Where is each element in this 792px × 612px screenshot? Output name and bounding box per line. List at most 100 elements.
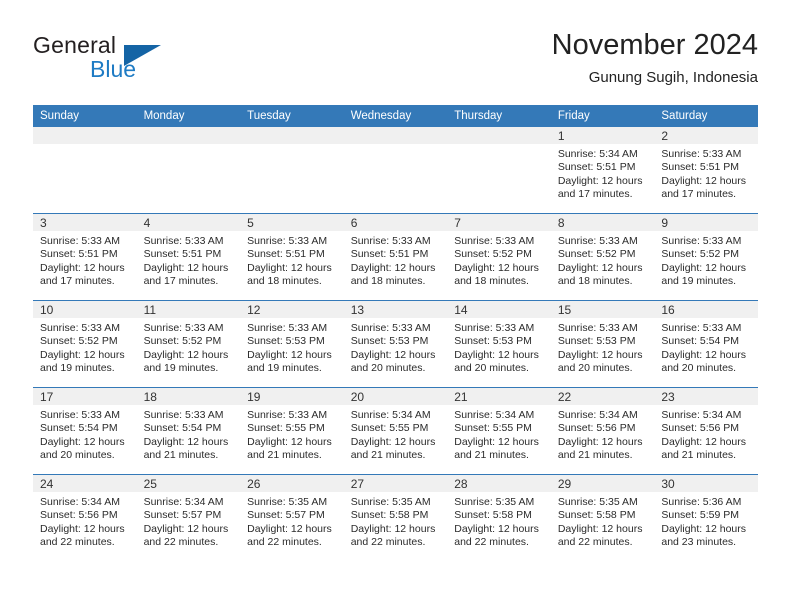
day-details: Sunrise: 5:33 AM Sunset: 5:52 PM Daylight:… xyxy=(137,318,241,376)
calendar-day-cell[interactable]: 25 Sunrise: 5:34 AM Sunset: 5:57 PM Dayligh… xyxy=(136,474,241,561)
daylight-text-line1: Daylight: 12 hours xyxy=(557,348,643,361)
calendar-day-cell[interactable]: 28 Sunrise: 5:35 AM Sunset: 5:58 PM Dayligh… xyxy=(447,474,551,561)
sunset-text: Sunset: 5:52 PM xyxy=(454,248,532,261)
calendar-day-cell[interactable]: 26 Sunrise: 5:35 AM Sunset: 5:57 PM Dayligh… xyxy=(240,474,344,561)
daylight-text-line1: Daylight: 12 hours xyxy=(143,435,229,448)
sunrise-text: Sunrise: 5:35 AM xyxy=(454,496,535,508)
calendar-day-cell[interactable]: 2 Sunrise: 5:33 AM Sunset: 5:51 PM Daylight… xyxy=(654,127,758,214)
sunset-text: Sunset: 5:52 PM xyxy=(40,335,118,348)
sunrise-text: Sunrise: 5:33 AM xyxy=(661,148,742,160)
daylight-text-line1: Daylight: 12 hours xyxy=(557,522,643,535)
daylight-text-line1: Daylight: 12 hours xyxy=(350,522,436,535)
calendar-day-cell[interactable]: 22 Sunrise: 5:34 AM Sunset: 5:56 PM Dayligh… xyxy=(550,387,655,475)
calendar-day-cell[interactable]: 16 Sunrise: 5:33 AM Sunset: 5:54 PM Dayligh… xyxy=(654,300,758,388)
sunset-text: Sunset: 5:51 PM xyxy=(350,248,429,261)
day-number: 6 xyxy=(343,214,448,231)
sunset-text: Sunset: 5:54 PM xyxy=(143,422,222,435)
day-number: 25 xyxy=(136,475,241,492)
weekday-header-friday: Friday xyxy=(550,105,655,127)
weekday-header-monday: Monday xyxy=(136,105,241,127)
calendar-day-cell[interactable]: 11 Sunrise: 5:33 AM Sunset: 5:52 PM Dayligh… xyxy=(136,300,241,388)
calendar-header-row: Sunday Monday Tuesday Wednesday Thursday… xyxy=(33,105,758,127)
sunset-text: Sunset: 5:51 PM xyxy=(247,248,325,261)
sunrise-text: Sunrise: 5:36 AM xyxy=(661,496,742,508)
sunset-text: Sunset: 5:53 PM xyxy=(557,335,636,348)
daylight-text-line2: and 22 minutes. xyxy=(454,536,529,549)
daylight-text-line2: and 18 minutes. xyxy=(557,275,633,288)
weekday-header-thursday: Thursday xyxy=(447,105,551,127)
calendar-day-cell[interactable]: 15 Sunrise: 5:33 AM Sunset: 5:53 PM Dayligh… xyxy=(550,300,655,388)
calendar-week-row: 17 Sunrise: 5:33 AM Sunset: 5:54 PM Dayligh… xyxy=(33,387,758,475)
calendar-day-cell[interactable]: 29 Sunrise: 5:35 AM Sunset: 5:58 PM Dayligh… xyxy=(550,474,655,561)
calendar-day-cell[interactable]: 3 Sunrise: 5:33 AM Sunset: 5:51 PM Daylight… xyxy=(33,213,137,301)
daylight-text-line2: and 17 minutes. xyxy=(143,275,219,288)
day-details: Sunrise: 5:33 AM Sunset: 5:52 PM Daylight:… xyxy=(33,318,137,376)
calendar-day-cell[interactable]: 5 Sunrise: 5:33 AM Sunset: 5:51 PM Daylight… xyxy=(240,213,344,301)
calendar-day-cell[interactable]: 24 Sunrise: 5:34 AM Sunset: 5:56 PM Dayligh… xyxy=(33,474,137,561)
calendar-day-cell-empty xyxy=(136,127,241,214)
calendar-day-cell[interactable]: 7 Sunrise: 5:33 AM Sunset: 5:52 PM Daylight… xyxy=(447,213,551,301)
sunset-text: Sunset: 5:52 PM xyxy=(661,248,740,261)
calendar-day-cell[interactable]: 10 Sunrise: 5:33 AM Sunset: 5:52 PM Dayligh… xyxy=(33,300,137,388)
day-details: Sunrise: 5:36 AM Sunset: 5:59 PM Daylight:… xyxy=(654,492,758,550)
sunset-text: Sunset: 5:55 PM xyxy=(454,422,532,435)
calendar-day-cell[interactable]: 4 Sunrise: 5:33 AM Sunset: 5:51 PM Daylight… xyxy=(136,213,241,301)
calendar-day-cell-empty xyxy=(240,127,344,214)
sunset-text: Sunset: 5:51 PM xyxy=(557,161,636,174)
daylight-text-line2: and 21 minutes. xyxy=(661,449,737,462)
calendar-day-cell[interactable]: 9 Sunrise: 5:33 AM Sunset: 5:52 PM Daylight… xyxy=(654,213,758,301)
day-details: Sunrise: 5:33 AM Sunset: 5:54 PM Daylight:… xyxy=(33,405,137,463)
sunset-text: Sunset: 5:56 PM xyxy=(661,422,740,435)
calendar-day-cell[interactable]: 17 Sunrise: 5:33 AM Sunset: 5:54 PM Dayligh… xyxy=(33,387,137,475)
calendar-day-cell[interactable]: 30 Sunrise: 5:36 AM Sunset: 5:59 PM Dayligh… xyxy=(654,474,758,561)
sunrise-text: Sunrise: 5:35 AM xyxy=(557,496,638,508)
sunrise-text: Sunrise: 5:33 AM xyxy=(661,235,742,247)
day-details: Sunrise: 5:33 AM Sunset: 5:51 PM Daylight:… xyxy=(240,231,344,289)
day-details: Sunrise: 5:35 AM Sunset: 5:58 PM Daylight:… xyxy=(344,492,448,550)
calendar-day-cell[interactable]: 27 Sunrise: 5:35 AM Sunset: 5:58 PM Dayligh… xyxy=(343,474,448,561)
calendar-day-cell[interactable]: 1 Sunrise: 5:34 AM Sunset: 5:51 PM Daylight… xyxy=(550,127,655,214)
calendar-day-cell[interactable]: 13 Sunrise: 5:33 AM Sunset: 5:53 PM Dayligh… xyxy=(343,300,448,388)
daylight-text-line1: Daylight: 12 hours xyxy=(557,261,643,274)
calendar-day-cell[interactable]: 6 Sunrise: 5:33 AM Sunset: 5:51 PM Daylight… xyxy=(343,213,448,301)
calendar-day-cell[interactable]: 20 Sunrise: 5:34 AM Sunset: 5:55 PM Dayligh… xyxy=(343,387,448,475)
calendar-day-cell[interactable]: 18 Sunrise: 5:33 AM Sunset: 5:54 PM Dayligh… xyxy=(136,387,241,475)
daylight-text-line2: and 17 minutes. xyxy=(661,188,737,201)
day-number: 17 xyxy=(33,388,137,405)
daylight-text-line2: and 18 minutes. xyxy=(454,275,529,288)
sunrise-text: Sunrise: 5:33 AM xyxy=(143,322,224,334)
calendar-week-row: 24 Sunrise: 5:34 AM Sunset: 5:56 PM Dayligh… xyxy=(33,474,758,561)
sunrise-text: Sunrise: 5:33 AM xyxy=(247,322,328,334)
day-details: Sunrise: 5:33 AM Sunset: 5:54 PM Daylight:… xyxy=(137,405,241,463)
calendar-day-cell[interactable]: 23 Sunrise: 5:34 AM Sunset: 5:56 PM Dayligh… xyxy=(654,387,758,475)
calendar-day-cell[interactable]: 21 Sunrise: 5:34 AM Sunset: 5:55 PM Dayligh… xyxy=(447,387,551,475)
daylight-text-line1: Daylight: 12 hours xyxy=(454,261,539,274)
day-number: 28 xyxy=(447,475,551,492)
sunrise-text: Sunrise: 5:33 AM xyxy=(40,409,120,421)
calendar-day-cell[interactable]: 12 Sunrise: 5:33 AM Sunset: 5:53 PM Dayligh… xyxy=(240,300,344,388)
page-subtitle: Gunung Sugih, Indonesia xyxy=(588,69,758,86)
daylight-text-line2: and 19 minutes. xyxy=(247,362,322,375)
day-details: Sunrise: 5:35 AM Sunset: 5:58 PM Daylight:… xyxy=(551,492,655,550)
day-number: 4 xyxy=(136,214,241,231)
day-number: 21 xyxy=(447,388,551,405)
day-details: Sunrise: 5:33 AM Sunset: 5:55 PM Daylight:… xyxy=(240,405,344,463)
daylight-text-line1: Daylight: 12 hours xyxy=(40,522,125,535)
day-number: 20 xyxy=(343,388,448,405)
day-details: Sunrise: 5:35 AM Sunset: 5:58 PM Daylight:… xyxy=(447,492,551,550)
day-number: 22 xyxy=(550,388,655,405)
calendar-day-cell[interactable]: 19 Sunrise: 5:33 AM Sunset: 5:55 PM Dayligh… xyxy=(240,387,344,475)
daylight-text-line1: Daylight: 12 hours xyxy=(661,261,747,274)
calendar-day-cell[interactable]: 8 Sunrise: 5:33 AM Sunset: 5:52 PM Daylight… xyxy=(550,213,655,301)
day-number: 10 xyxy=(33,301,137,318)
day-number: 15 xyxy=(550,301,655,318)
calendar-day-cell[interactable]: 14 Sunrise: 5:33 AM Sunset: 5:53 PM Dayligh… xyxy=(447,300,551,388)
daylight-text-line2: and 20 minutes. xyxy=(40,449,115,462)
day-details: Sunrise: 5:33 AM Sunset: 5:51 PM Daylight:… xyxy=(344,231,448,289)
day-number: 18 xyxy=(136,388,241,405)
sunset-text: Sunset: 5:53 PM xyxy=(350,335,429,348)
sunrise-text: Sunrise: 5:33 AM xyxy=(143,409,224,421)
daylight-text-line1: Daylight: 12 hours xyxy=(661,435,747,448)
general-blue-logo[interactable]: General Blue xyxy=(33,32,213,88)
day-number: 12 xyxy=(240,301,344,318)
